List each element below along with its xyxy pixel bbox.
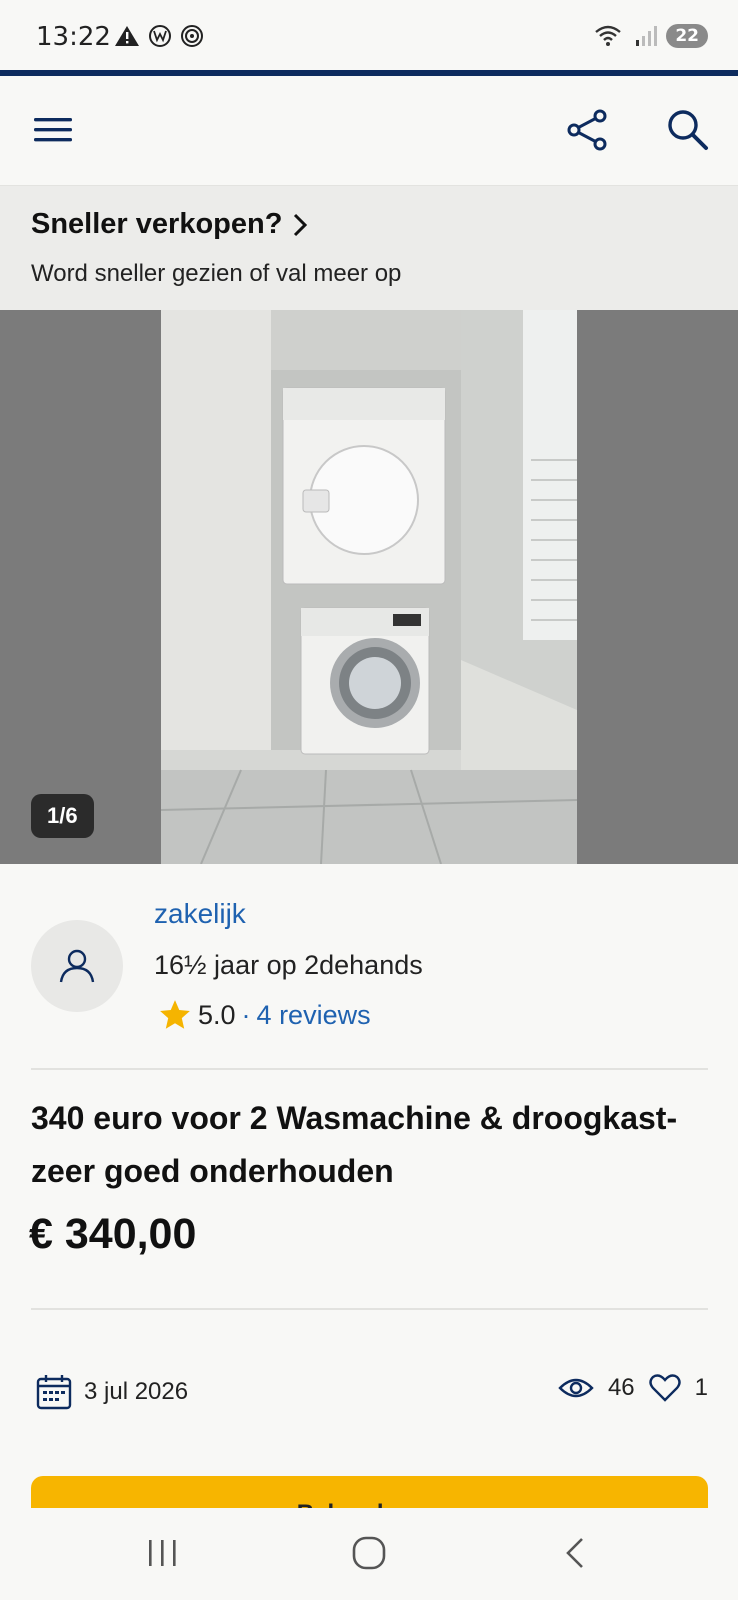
notification-icons	[114, 24, 204, 48]
star-icon	[160, 1000, 190, 1029]
search-button[interactable]	[660, 102, 716, 158]
share-button[interactable]	[560, 102, 616, 158]
warning-icon	[115, 26, 139, 46]
back-button[interactable]	[540, 1528, 610, 1578]
promo-title: Sneller verkopen?	[31, 208, 308, 241]
seller-rating: 5.0 · 4 reviews	[158, 998, 371, 1032]
listing-title: 340 euro voor 2 Wasmachine & droogkast-z…	[31, 1100, 678, 1189]
seller-name-link[interactable]: zakelijk	[154, 898, 246, 930]
rating-separator: ·	[241, 999, 251, 1030]
listing-date: 3 jul 2026	[36, 1374, 188, 1410]
promo-title-text: Sneller verkopen?	[31, 208, 283, 240]
wifi-icon	[595, 25, 622, 46]
status-bar: 13:22 22	[0, 0, 738, 70]
status-time: 13:22	[36, 22, 111, 52]
views-count: 46	[607, 1374, 635, 1401]
user-icon	[59, 949, 95, 983]
signal-icon	[636, 26, 658, 46]
battery-indicator: 22	[666, 24, 708, 48]
image-counter: 1/6	[31, 794, 94, 838]
eye-icon	[558, 1378, 594, 1398]
home-button[interactable]	[334, 1528, 404, 1578]
search-icon	[668, 110, 708, 150]
calendar-icon	[36, 1375, 72, 1410]
avatar[interactable]	[31, 920, 123, 1012]
divider	[31, 1068, 708, 1070]
home-icon	[352, 1536, 386, 1570]
favorites-count: 1	[694, 1374, 708, 1401]
back-icon	[566, 1538, 583, 1568]
divider	[31, 1308, 708, 1310]
target-app-icon	[181, 25, 203, 47]
listing-photo[interactable]	[161, 310, 577, 864]
seller-membership: 16½ jaar op 2dehands	[154, 950, 423, 980]
chevron-right-icon	[294, 213, 308, 236]
recent-apps-icon	[149, 1540, 176, 1566]
sell-faster-banner[interactable]: Sneller verkopen? Word sneller gezien of…	[0, 186, 738, 310]
heart-icon	[648, 1374, 681, 1402]
recent-apps-button[interactable]	[128, 1528, 198, 1578]
menu-button[interactable]	[22, 108, 84, 152]
hamburger-menu-icon	[34, 118, 72, 142]
date-text: 3 jul 2026	[84, 1378, 189, 1405]
seller-info[interactable]: zakelijk 16½ jaar op 2dehands 5.0 · 4 re…	[0, 864, 738, 1070]
listing-price: € 340,00	[29, 1210, 197, 1258]
reviews-link[interactable]: 4 reviews	[257, 1000, 371, 1031]
app-bar	[0, 76, 738, 186]
listing-stats: 46 1	[558, 1374, 708, 1402]
rating-score: 5.0	[198, 999, 236, 1030]
washer-dryer-photo	[161, 310, 577, 864]
system-nav-bar	[0, 1508, 738, 1600]
listing-meta: 3 jul 2026 46 1	[0, 1370, 738, 1420]
system-status: 22	[594, 24, 708, 48]
promo-subtitle: Word sneller gezien of val meer op	[31, 260, 402, 287]
image-gallery[interactable]: 1/6	[0, 310, 738, 864]
vw-app-icon	[149, 25, 171, 47]
share-icon	[567, 109, 607, 151]
